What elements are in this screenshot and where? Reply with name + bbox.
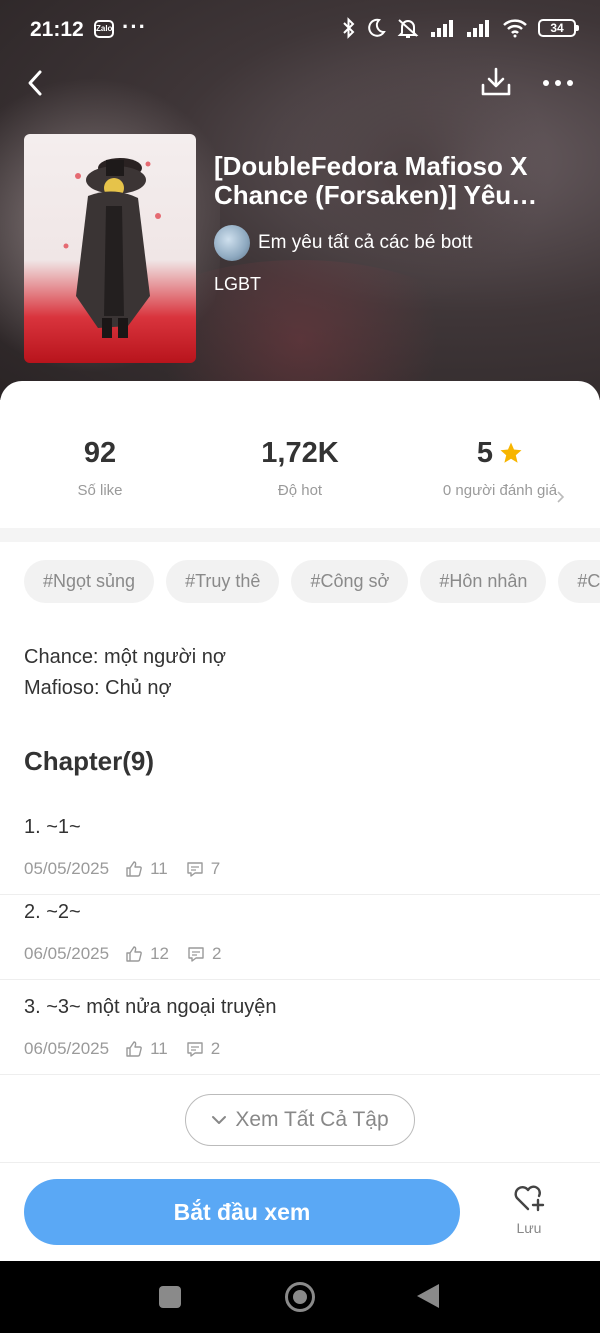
- chapter-comments: 2: [210, 1039, 221, 1058]
- description-line: Mafioso: Chủ nợ: [24, 677, 172, 699]
- comment-icon: [187, 862, 203, 877]
- chapter-meta: 06/05/2025 12 2: [24, 944, 221, 964]
- hot-count: 1,72K: [261, 436, 339, 469]
- description-line: Chance: một người nợ: [24, 646, 226, 668]
- chevron-right-icon[interactable]: [556, 490, 566, 504]
- rating-value: 5: [476, 436, 494, 469]
- chapter-title: 2. ~2~: [24, 901, 81, 923]
- signal-icon: [467, 20, 489, 37]
- download-icon: [481, 67, 511, 96]
- chapter-likes: 11: [150, 1039, 168, 1058]
- chapter-meta: 05/05/2025 11 7: [24, 859, 220, 879]
- start-reading-button[interactable]: Bắt đầu xem: [24, 1179, 460, 1245]
- rating-value-row: 5: [420, 434, 580, 472]
- tag-list: #Ngọt sủng #Truy thê #Công sở #Hôn nhân …: [24, 560, 600, 604]
- author-name: Em yêu tất cả các bé bott: [258, 232, 473, 253]
- hot-label: Độ hot: [277, 482, 323, 499]
- status-bar: 21:12 Zalo ··· 34: [0, 0, 600, 60]
- back-button[interactable]: [22, 64, 50, 98]
- chapter-title: 1. ~1~: [24, 816, 81, 838]
- tag-chip[interactable]: #Ngọt sủng: [24, 560, 155, 603]
- cover-illustration: [63, 158, 161, 338]
- silent-bell-icon: [397, 19, 419, 38]
- stat-likes: 92 Số like: [20, 434, 180, 500]
- star-icon: [500, 442, 522, 463]
- tag-chip[interactable]: #Công sở: [291, 560, 409, 603]
- thumbs-up-icon: [126, 861, 142, 877]
- bottom-bar-divider: [0, 1162, 600, 1163]
- comment-icon: [187, 1042, 203, 1057]
- zalo-notification-icon: Zalo: [94, 20, 114, 38]
- stat-hot: 1,72K Độ hot: [220, 434, 380, 500]
- more-options-button[interactable]: [540, 64, 576, 98]
- heart-plus-icon: [514, 1185, 545, 1212]
- chapter-comments: 2: [212, 944, 222, 963]
- save-label: Lưu: [516, 1220, 542, 1236]
- chapter-meta: 06/05/2025 11 2: [24, 1039, 220, 1059]
- top-nav: [0, 60, 600, 104]
- back-arrow-icon: [28, 70, 42, 96]
- author-row[interactable]: Em yêu tất cả các bé bott: [214, 225, 472, 261]
- story-detail-page: 21:12 Zalo ··· 34 [DoubleFedora Mafioso …: [0, 0, 600, 1333]
- chapter-title: 3. ~3~ một nửa ngoại truyện: [24, 996, 277, 1018]
- more-dots-icon: [543, 80, 573, 86]
- genre-label[interactable]: LGBT: [214, 274, 261, 295]
- author-avatar: [214, 225, 250, 261]
- chapter-row[interactable]: 2. ~2~ 06/05/2025 12 2: [0, 885, 600, 980]
- chapter-row[interactable]: 1. ~1~ 05/05/2025 11 7: [0, 800, 600, 895]
- tag-chip[interactable]: #C: [558, 560, 600, 603]
- description: Chance: một người nợ Mafioso: Chủ nợ: [24, 642, 226, 704]
- section-divider: [0, 528, 600, 542]
- book-title: [DoubleFedora Mafioso X Chance (Forsaken…: [214, 152, 528, 210]
- chapter-likes: 11: [150, 859, 168, 878]
- signal-icon: [431, 20, 453, 37]
- recent-apps-icon[interactable]: [159, 1286, 181, 1308]
- chapter-comments: 7: [210, 859, 221, 878]
- likes-count: 92: [83, 436, 117, 469]
- stats-row: 92 Số like 1,72K Độ hot 5 0 người đánh g…: [0, 434, 600, 524]
- save-button[interactable]: Lưu: [500, 1182, 558, 1248]
- more-notifications-icon: ···: [122, 14, 147, 39]
- system-back-icon[interactable]: [417, 1284, 439, 1308]
- chapter-likes: 12: [150, 944, 170, 963]
- chapter-date: 05/05/2025: [24, 859, 110, 878]
- tag-chip[interactable]: #Hôn nhân: [420, 560, 547, 603]
- chevron-down-icon: [212, 1116, 227, 1124]
- download-button[interactable]: [480, 64, 512, 98]
- battery-icon: 34: [538, 19, 579, 37]
- chapter-row[interactable]: 3. ~3~ một nửa ngoại truyện 06/05/2025 1…: [0, 980, 600, 1075]
- moon-icon: [368, 18, 386, 37]
- status-time: 21:12: [30, 18, 84, 41]
- chapters-heading: Chapter(9): [24, 746, 155, 776]
- wifi-icon: [503, 19, 527, 38]
- thumbs-up-icon: [126, 1041, 142, 1057]
- see-all-label: Xem Tất Cả Tập: [235, 1108, 389, 1131]
- status-icons: 34: [342, 17, 579, 39]
- chapter-date: 06/05/2025: [24, 944, 110, 963]
- bluetooth-icon: [343, 17, 355, 39]
- likes-label: Số like: [77, 482, 123, 499]
- book-cover-image[interactable]: [24, 134, 196, 363]
- chapter-date: 06/05/2025: [24, 1039, 110, 1058]
- tag-chip[interactable]: #Truy thê: [166, 560, 280, 603]
- thumbs-up-icon: [126, 946, 142, 962]
- home-icon[interactable]: [285, 1282, 315, 1312]
- comment-icon: [188, 947, 204, 962]
- see-all-chapters-button[interactable]: Xem Tất Cả Tập: [185, 1094, 415, 1146]
- rating-label: 0 người đánh giá: [442, 482, 558, 499]
